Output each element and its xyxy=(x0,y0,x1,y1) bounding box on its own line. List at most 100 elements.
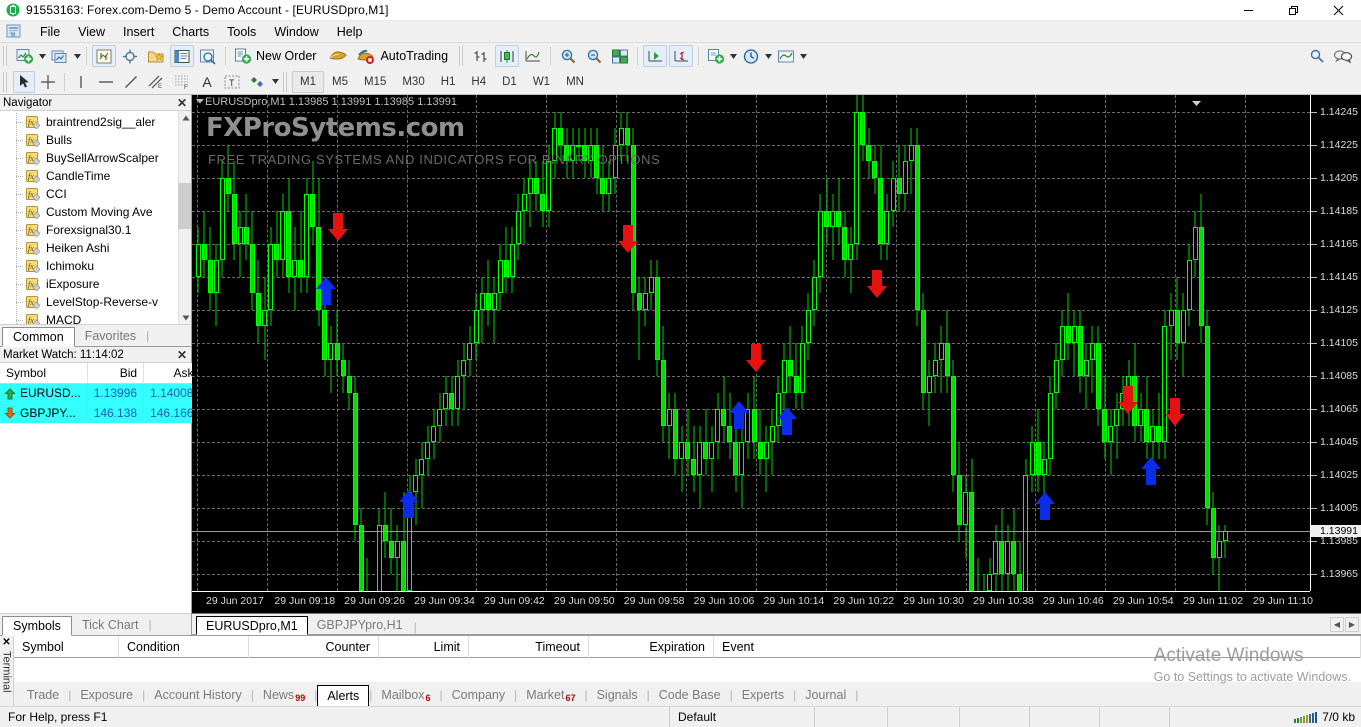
timeframe-m5[interactable]: M5 xyxy=(324,71,356,93)
timeframe-m15[interactable]: M15 xyxy=(356,71,394,93)
menu-tools[interactable]: Tools xyxy=(218,23,265,41)
profiles-dropdown-arrow[interactable] xyxy=(73,53,82,59)
chat-icon[interactable] xyxy=(1330,45,1356,67)
zoom-out-icon[interactable] xyxy=(582,45,606,67)
timeframe-h1[interactable]: H1 xyxy=(433,71,464,93)
terminal-tab-company[interactable]: Company xyxy=(443,684,515,706)
data-window-icon[interactable] xyxy=(118,45,142,67)
terminal-tab-market[interactable]: Market 67 xyxy=(517,684,584,706)
chart-window[interactable]: EURUSDpro,M1 1.13985 1.13991 1.13985 1.1… xyxy=(192,95,1361,614)
toolbar2-grip[interactable] xyxy=(3,71,9,92)
chart-tab-scroll-right[interactable]: ▶ xyxy=(1345,617,1359,632)
market-watch-tab-symbols[interactable]: Symbols xyxy=(2,616,72,636)
terminal-tab-signals[interactable]: Signals xyxy=(588,684,647,706)
chart-tab-eurusdpro-m1[interactable]: EURUSDpro,M1 xyxy=(196,616,308,635)
autotrading-button[interactable]: AutoTrading xyxy=(353,45,455,67)
bar-chart-icon[interactable] xyxy=(469,45,493,67)
timeframe-mn[interactable]: MN xyxy=(558,71,592,93)
navigator-tab-common[interactable]: Common xyxy=(2,327,75,347)
maximize-restore-button[interactable] xyxy=(1271,0,1316,21)
market-watch-row[interactable]: EURUSD... 1.13996 1.14008 xyxy=(0,383,201,403)
candlestick-icon[interactable] xyxy=(495,45,520,67)
navigator-item-ichimoku[interactable]: fx Ichimoku xyxy=(0,257,191,275)
terminal-tab-journal[interactable]: Journal xyxy=(796,684,855,706)
templates-dropdown-arrow[interactable] xyxy=(799,53,808,59)
fibonacci-retracement-icon[interactable]: F xyxy=(170,71,194,93)
alerts-table-body[interactable] xyxy=(14,658,1361,682)
timeframe-d1[interactable]: D1 xyxy=(494,71,525,93)
terminal-tab-mailbox[interactable]: Mailbox 6 xyxy=(372,684,439,706)
timeframe-m30[interactable]: M30 xyxy=(394,71,432,93)
navigator-item-braintrend2sig-aler[interactable]: fx braintrend2sig__aler xyxy=(0,113,191,131)
connection-status[interactable]: 7/0 kb xyxy=(1294,710,1355,724)
navigator-close-icon[interactable]: ✕ xyxy=(177,95,187,111)
scroll-up-icon[interactable] xyxy=(179,111,191,124)
chart-tab-gbpjpypro-h1[interactable]: GBPJPYpro,H1 xyxy=(308,615,412,634)
timeframes-grip[interactable] xyxy=(283,71,289,92)
trendline-icon[interactable] xyxy=(120,71,142,93)
navigator-tree[interactable]: fx braintrend2sig__aler fx Bulls fx BuySellAr… xyxy=(0,111,191,324)
timeframe-w1[interactable]: W1 xyxy=(525,71,558,93)
market-watch-close-icon[interactable]: ✕ xyxy=(177,347,187,363)
metaeditor-icon[interactable] xyxy=(325,45,351,67)
terminal-tab-trade[interactable]: Trade xyxy=(18,684,68,706)
vertical-line-icon[interactable] xyxy=(70,71,92,93)
time-axis[interactable]: 29 Jun 2017 29 Jun 09:18 29 Jun 09:26 29 Ju… xyxy=(192,591,1313,613)
market-watch-tab-tick-chart[interactable]: Tick Chart xyxy=(72,615,149,635)
new-chart-icon[interactable] xyxy=(13,45,37,67)
status-profile[interactable]: Default xyxy=(670,706,815,727)
templates-icon[interactable] xyxy=(774,45,798,67)
profiles-icon[interactable] xyxy=(48,45,72,67)
menu-view[interactable]: View xyxy=(69,23,114,41)
column-symbol[interactable]: Symbol xyxy=(0,363,88,384)
menu-window[interactable]: Window xyxy=(265,23,327,41)
new-chart-dropdown-arrow[interactable] xyxy=(38,53,47,59)
minimize-button[interactable] xyxy=(1226,0,1271,21)
equidistant-channel-icon[interactable]: E xyxy=(144,71,168,93)
alerts-column-limit[interactable]: Limit xyxy=(379,636,469,658)
scroll-down-icon[interactable] xyxy=(179,311,191,324)
terminal-icon[interactable] xyxy=(170,45,194,67)
timeframe-m1[interactable]: M1 xyxy=(292,70,324,93)
new-order-button[interactable]: New Order xyxy=(231,45,323,67)
indicators-dropdown-arrow[interactable] xyxy=(729,53,738,59)
navigator-scrollbar[interactable] xyxy=(178,111,191,324)
horizontal-line-icon[interactable] xyxy=(94,71,118,93)
tile-windows-icon[interactable] xyxy=(608,45,632,67)
shapes-icon[interactable] xyxy=(246,71,270,93)
navigator-item-bulls[interactable]: fx Bulls xyxy=(0,131,191,149)
terminal-close-icon[interactable]: ✕ xyxy=(2,637,10,648)
cursor-icon[interactable] xyxy=(13,70,35,93)
navigator-item-candletime[interactable]: fx CandleTime xyxy=(0,167,191,185)
timeframe-h4[interactable]: H4 xyxy=(463,71,494,93)
market-watch-icon[interactable] xyxy=(92,45,116,67)
chart-shift-icon[interactable] xyxy=(669,45,694,67)
text-icon[interactable]: A xyxy=(196,71,218,93)
navigator-scroll-thumb[interactable] xyxy=(178,183,191,229)
alerts-column-event[interactable]: Event xyxy=(714,636,1361,658)
periods-dropdown-arrow[interactable] xyxy=(764,53,773,59)
terminal-tab-alerts[interactable]: Alerts xyxy=(317,685,370,707)
navigator-icon[interactable] xyxy=(144,45,168,67)
price-axis[interactable]: 1.14245 1.14225 1.14205 1.14185 1.14165 1.141… xyxy=(1310,95,1361,591)
terminal-tab-code-base[interactable]: Code Base xyxy=(650,684,730,706)
navigator-item-iexposure[interactable]: fx iExposure xyxy=(0,275,191,293)
strategy-tester-icon[interactable] xyxy=(196,45,220,67)
navigator-item-macd[interactable]: fx MACD xyxy=(0,311,191,324)
navigator-item-forexsignal30-1[interactable]: fx Forexsignal30.1 xyxy=(0,221,191,239)
market-watch-row[interactable]: GBPJPY... 146.138 146.166 xyxy=(0,403,201,423)
menu-insert[interactable]: Insert xyxy=(114,23,163,41)
market-watch-empty-area[interactable] xyxy=(0,423,191,613)
text-label-icon[interactable]: T xyxy=(220,71,244,93)
navigator-tab-favorites[interactable]: Favorites xyxy=(75,326,146,346)
chart-tab-scroll-left[interactable]: ◀ xyxy=(1330,617,1344,632)
close-button[interactable] xyxy=(1316,0,1361,21)
navigator-item-levelstop-reverse-v[interactable]: fx LevelStop-Reverse-v xyxy=(0,293,191,311)
navigator-item-custom-moving-ave[interactable]: fx Custom Moving Ave xyxy=(0,203,191,221)
menu-help[interactable]: Help xyxy=(328,23,372,41)
zoom-in-icon[interactable] xyxy=(556,45,580,67)
terminal-tab-exposure[interactable]: Exposure xyxy=(71,684,142,706)
crosshair-icon[interactable] xyxy=(37,71,59,93)
alerts-column-condition[interactable]: Condition xyxy=(119,636,249,658)
menu-file[interactable]: File xyxy=(31,23,69,41)
